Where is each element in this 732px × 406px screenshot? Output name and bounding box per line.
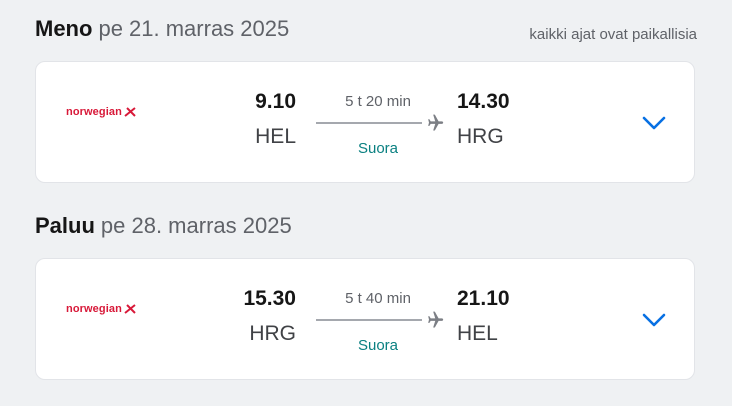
outbound-flight-card[interactable]: norwegian 9.10 HEL 5 t 20 min Suora 14.3… bbox=[35, 61, 695, 183]
route-line bbox=[316, 122, 422, 124]
departure-airport: HEL bbox=[255, 125, 296, 148]
arrival-time: 21.10 bbox=[457, 287, 510, 310]
return-date: pe 28. marras 2025 bbox=[100, 213, 292, 238]
stops-label: Suora bbox=[357, 140, 399, 157]
flight-duration: 5 t 20 min bbox=[345, 93, 411, 110]
arrival-time: 14.30 bbox=[457, 90, 510, 113]
arrival-airport: HRG bbox=[457, 125, 504, 148]
flight-duration: 5 t 40 min bbox=[345, 290, 411, 307]
outbound-title: Meno bbox=[35, 16, 93, 41]
airline-logo: norwegian bbox=[66, 106, 136, 118]
outbound-header: Meno pe 21. marras 2025 bbox=[35, 16, 289, 46]
return-title: Paluu bbox=[35, 213, 95, 238]
return-flight-card[interactable]: norwegian 15.30 HRG 5 t 40 min Suora 21.… bbox=[35, 258, 695, 380]
route-line bbox=[316, 319, 422, 321]
return-header: Paluu pe 28. marras 2025 bbox=[35, 213, 292, 243]
plane-icon bbox=[428, 114, 444, 131]
chevron-down-icon[interactable] bbox=[640, 309, 668, 331]
outbound-date: pe 21. marras 2025 bbox=[98, 16, 290, 41]
airline-logo: norwegian bbox=[66, 303, 136, 315]
departure-time: 15.30 bbox=[243, 287, 296, 310]
departure-time: 9.10 bbox=[255, 90, 296, 113]
stops-label: Suora bbox=[357, 337, 399, 354]
plane-icon bbox=[428, 311, 444, 328]
arrival-airport: HEL bbox=[457, 322, 498, 345]
departure-airport: HRG bbox=[249, 322, 296, 345]
chevron-down-icon[interactable] bbox=[640, 112, 668, 134]
local-times-note: kaikki ajat ovat paikallisia bbox=[529, 26, 697, 43]
